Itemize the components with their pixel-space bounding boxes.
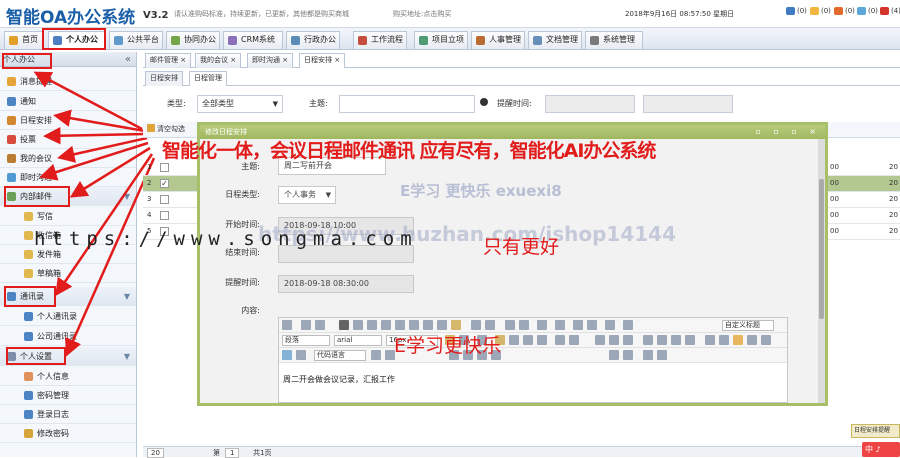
remind-time-label: 提醒时间: bbox=[497, 99, 532, 108]
code-language-select[interactable]: 代码语言 bbox=[314, 350, 366, 361]
dialog-type-select[interactable]: 个人事务 ▼ bbox=[278, 186, 336, 204]
row-checkbox[interactable] bbox=[160, 195, 169, 204]
preview-icon[interactable] bbox=[623, 350, 633, 360]
font-family-select[interactable]: arial bbox=[334, 335, 382, 346]
image-center-icon[interactable] bbox=[685, 335, 695, 345]
video-icon[interactable] bbox=[747, 335, 757, 345]
dialog-scrollbar[interactable] bbox=[818, 139, 825, 403]
type-select[interactable]: 全部类型 ▼ bbox=[197, 95, 283, 113]
editor-toolbar-row-3: 代码语言 bbox=[279, 348, 787, 363]
html-icon[interactable] bbox=[282, 320, 292, 330]
dialog-remind-label: 提醒时间: bbox=[225, 278, 260, 287]
search-row: 类型: 全部类型 ▼ 主题: 提醒时间: bbox=[143, 92, 900, 118]
schedule-reminder-popup[interactable]: 日程安排提醒 bbox=[851, 424, 900, 438]
tab-mail-management[interactable]: 邮件管理 × bbox=[145, 53, 192, 68]
blockquote-icon[interactable] bbox=[471, 320, 481, 330]
paste-icon[interactable] bbox=[573, 320, 583, 330]
row-checkbox[interactable] bbox=[160, 163, 169, 172]
watermark-text: E学习 更快乐 exuexi8 bbox=[400, 182, 562, 200]
align-center-icon[interactable] bbox=[509, 335, 519, 345]
strikethrough-icon[interactable] bbox=[381, 320, 391, 330]
paragraph-select[interactable]: 段落 bbox=[282, 335, 330, 346]
font-color-icon[interactable] bbox=[451, 320, 461, 330]
dialog-body: 主题: 周二写前开会 日程类型: 个人事务 ▼ 开始时间: 2018-09-18 … bbox=[200, 139, 825, 403]
underline-icon[interactable] bbox=[367, 320, 377, 330]
search-replace-icon[interactable] bbox=[643, 350, 653, 360]
italic-icon[interactable] bbox=[353, 320, 363, 330]
lowercase-icon[interactable] bbox=[569, 335, 579, 345]
line-height-icon[interactable] bbox=[605, 320, 615, 330]
subject-input[interactable] bbox=[339, 95, 475, 113]
pagebreak-icon[interactable] bbox=[485, 320, 495, 330]
new-doc-icon[interactable] bbox=[587, 320, 597, 330]
redo-icon[interactable] bbox=[315, 320, 325, 330]
editor-toolbar-row-1: 自定义标题 bbox=[279, 318, 787, 333]
promo-url: https://www.songma.com bbox=[34, 228, 418, 250]
schedule-subtabs: 日程安排 日程管理 bbox=[143, 70, 900, 86]
chevron-down-icon: ▼ bbox=[325, 191, 331, 199]
print-icon[interactable] bbox=[609, 350, 619, 360]
heading-select[interactable]: 自定义标题 bbox=[722, 320, 774, 331]
subject-label: 主题: bbox=[309, 99, 328, 108]
row-checkbox[interactable]: ✓ bbox=[160, 179, 169, 188]
tab-schedule[interactable]: 日程安排 × bbox=[299, 53, 346, 68]
dialog-title: 修改日程安排 bbox=[205, 128, 247, 136]
content-tabbar: 邮件管理 × 我的会议 × 即时沟通 × 日程安排 × bbox=[143, 52, 900, 68]
image-float-left-icon[interactable] bbox=[657, 335, 667, 345]
highlight-color-icon[interactable] bbox=[519, 320, 529, 330]
insert-image-icon[interactable] bbox=[719, 335, 729, 345]
unordered-list-icon[interactable] bbox=[555, 320, 565, 330]
emotion-icon[interactable] bbox=[733, 335, 743, 345]
scrollbar-thumb[interactable] bbox=[819, 179, 824, 319]
image-float-right-icon[interactable] bbox=[671, 335, 681, 345]
chevron-down-icon: ▼ bbox=[272, 100, 278, 108]
type-label: 类型: bbox=[167, 99, 186, 108]
uppercase-icon[interactable] bbox=[555, 335, 565, 345]
dialog-type-label: 日程类型: bbox=[225, 190, 260, 199]
tab-my-meetings[interactable]: 我的会议 × bbox=[195, 53, 242, 68]
ordered-list-icon[interactable] bbox=[537, 320, 547, 330]
edit-schedule-dialog: 修改日程安排 ▫ ▫ ▫ × 主题: 周二写前开会 日程类型: 个人事务 ▼ 开始… bbox=[197, 122, 828, 406]
unlink-icon[interactable] bbox=[609, 335, 619, 345]
attachment-icon[interactable] bbox=[761, 335, 771, 345]
text-color-icon[interactable] bbox=[505, 320, 515, 330]
promo-tagline: 只有更好 bbox=[483, 236, 560, 258]
editor-content[interactable]: 周二开会做会议记录，汇报工作 bbox=[283, 374, 395, 385]
dialog-remind-input[interactable]: 2018-09-18 08:30:00 bbox=[278, 275, 414, 293]
editor-toolbar-row-2: 段落 arial 16px bbox=[279, 333, 787, 348]
template-icon[interactable] bbox=[371, 350, 381, 360]
align-justify-icon[interactable] bbox=[537, 335, 547, 345]
dialog-window-controls[interactable]: ▫ ▫ ▫ × bbox=[755, 125, 821, 139]
undo-icon[interactable] bbox=[301, 320, 311, 330]
link-icon[interactable] bbox=[595, 335, 605, 345]
tab-instant-chat[interactable]: 即时沟通 × bbox=[247, 53, 294, 68]
promo-slogan: E学习更快乐 bbox=[394, 335, 502, 357]
bold-icon[interactable] bbox=[339, 320, 349, 330]
clear-selection-button[interactable]: 清空勾选 bbox=[147, 124, 185, 134]
subscript-icon[interactable] bbox=[409, 320, 419, 330]
map-icon[interactable] bbox=[282, 350, 292, 360]
remind-time-end[interactable] bbox=[643, 95, 733, 113]
help-icon[interactable] bbox=[657, 350, 667, 360]
rich-text-editor[interactable]: 自定义标题 段落 arial 16px 代码语言 周二开会做会议记录，汇报工作 bbox=[278, 317, 788, 403]
help-icon bbox=[480, 98, 488, 106]
anchor-icon[interactable] bbox=[623, 335, 633, 345]
superscript-icon[interactable] bbox=[395, 320, 405, 330]
remind-time-start[interactable] bbox=[545, 95, 635, 113]
indent-icon[interactable] bbox=[623, 320, 633, 330]
promo-banner-text: 智能化一体，会议日程邮件通讯 应有尽有，智能化AI办公系统 bbox=[162, 140, 656, 162]
pager: 20 第 1 共1页 bbox=[143, 446, 900, 458]
image-float-none-icon[interactable] bbox=[643, 335, 653, 345]
eraser-icon[interactable] bbox=[423, 320, 433, 330]
iframe-icon[interactable] bbox=[296, 350, 306, 360]
format-brush-icon[interactable] bbox=[437, 320, 447, 330]
clear-icon bbox=[147, 124, 155, 132]
subtab-schedule[interactable]: 日程安排 bbox=[145, 71, 183, 86]
subtab-schedule-management[interactable]: 日程管理 bbox=[189, 71, 227, 86]
input-method-logo: 中 ♪ bbox=[862, 442, 900, 457]
dialog-content-label: 内容: bbox=[241, 306, 260, 315]
row-checkbox[interactable] bbox=[160, 211, 169, 220]
simple-upload-icon[interactable] bbox=[705, 335, 715, 345]
align-right-icon[interactable] bbox=[523, 335, 533, 345]
